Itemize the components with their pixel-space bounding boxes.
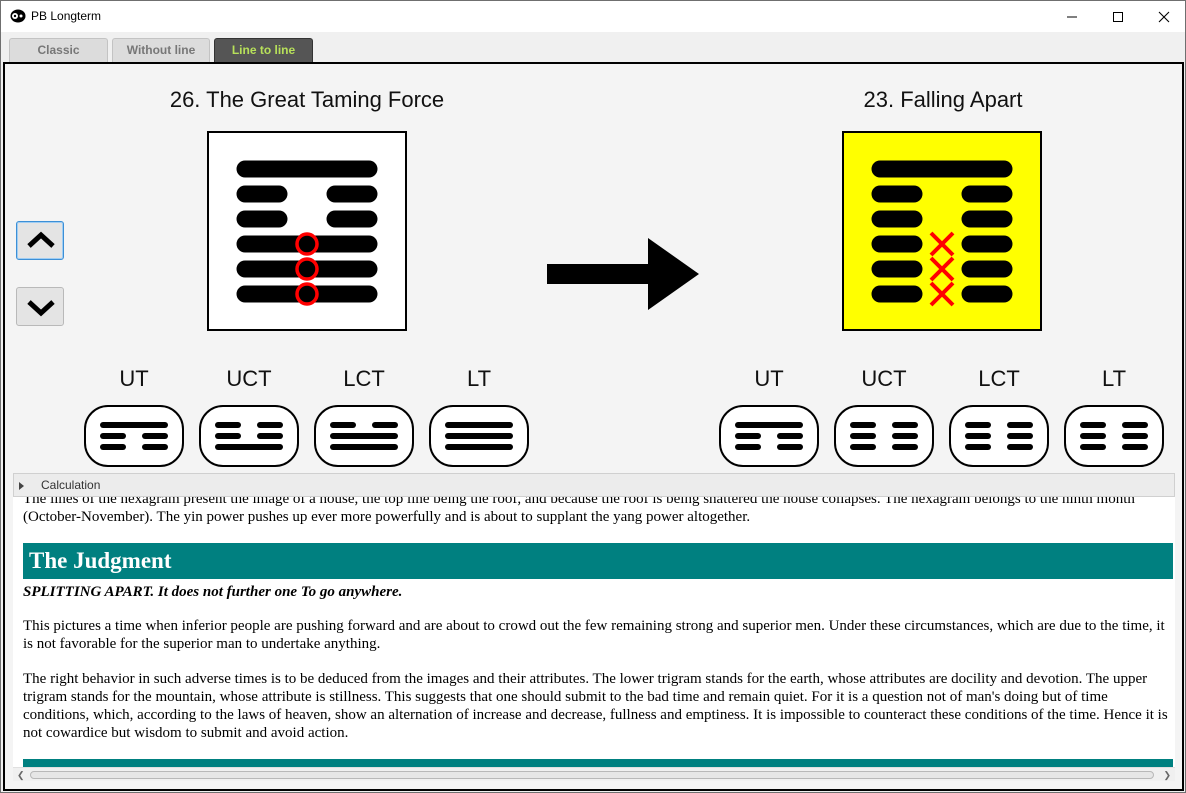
maximize-icon [1113,12,1123,22]
trigram-lines [850,422,918,450]
calculation-label: Calculation [41,478,101,492]
trigram-lines [445,422,513,450]
judgment-paragraph-2: The right behavior in such adverse times… [23,671,1168,741]
trigram-label-lt: LT [1101,366,1127,391]
left-hexagram [207,131,407,331]
trigram-lines [100,422,168,450]
intro-paragraph: The lines of the hexagram present the im… [23,497,1135,525]
close-icon [1158,11,1170,23]
tab-line-to-line[interactable]: Line to line [214,38,313,62]
judgment-heading: The Judgment [23,543,1173,579]
trigram-icon [429,405,529,467]
window-title: PB Longterm [31,9,102,23]
trigram-lines [965,422,1033,450]
moving-yin-cross [929,256,955,282]
judgment-text: SPLITTING APART. It does not further one… [23,584,403,600]
trigram-label-lt: LT [466,366,492,391]
next-button[interactable] [16,287,64,326]
right-hexagram-lines [871,160,1013,307]
expand-triangle-icon [19,482,24,490]
trigram-icon [84,405,184,467]
trigram-lines [1080,422,1148,450]
trigram-icon [314,405,414,467]
trigram-label-uct: UCT [861,366,907,391]
arrow-right-icon [547,238,699,310]
description-pane[interactable]: The lines of the hexagram present the im… [13,497,1175,767]
calculation-expander[interactable]: Calculation [13,473,1175,497]
trigram-icon [1064,405,1164,467]
trigram-lines [215,422,283,450]
chevron-up-icon [27,231,55,248]
right-hexagram [842,131,1042,331]
judgment-paragraph-1: This pictures a time when inferior peopl… [23,618,1165,652]
image-heading: The Image [23,759,1173,767]
minimize-button[interactable] [1049,1,1095,32]
right-hexagram-title: 23. Falling Apart [863,87,1023,112]
yin-yang-icon [10,9,26,23]
moving-yin-cross [929,281,955,307]
trigram-icon [199,405,299,467]
maximize-button[interactable] [1095,1,1141,32]
content-frame: 26. The Great Taming Force 23. Falling A… [3,62,1184,791]
close-button[interactable] [1141,1,1185,32]
trigram-label-lct: LCT [978,366,1020,391]
trigram-label-uct: UCT [226,366,272,391]
scroll-left-icon[interactable]: ❮ [17,770,25,781]
horizontal-scrollbar[interactable]: ❮ ❯ [13,767,1175,781]
trigram-label-ut: UT [754,366,784,391]
tab-classic[interactable]: Classic [9,38,108,62]
chevron-down-icon [27,300,55,317]
tab-without-line[interactable]: Without line [112,38,210,62]
title-bar[interactable]: PB Longterm [1,1,1185,32]
left-hexagram-lines [236,160,378,306]
trigram-label-lct: LCT [343,366,385,391]
previous-button[interactable] [16,221,64,260]
trigram-label-ut: UT [119,366,149,391]
trigram-lines [330,422,398,450]
scroll-right-icon[interactable]: ❯ [1163,770,1171,781]
left-hexagram-title: 26. The Great Taming Force [169,87,445,112]
trigram-icon [949,405,1049,467]
trigram-icon [719,405,819,467]
app-window: PB Longterm Classic Without line Line to… [0,0,1186,793]
scrollbar-thumb[interactable] [30,771,1154,779]
trigram-icon [834,405,934,467]
moving-yin-cross [929,231,955,257]
trigram-lines [735,422,803,450]
tab-bar: Classic Without line Line to line [1,32,1185,62]
minimize-icon [1067,16,1077,18]
